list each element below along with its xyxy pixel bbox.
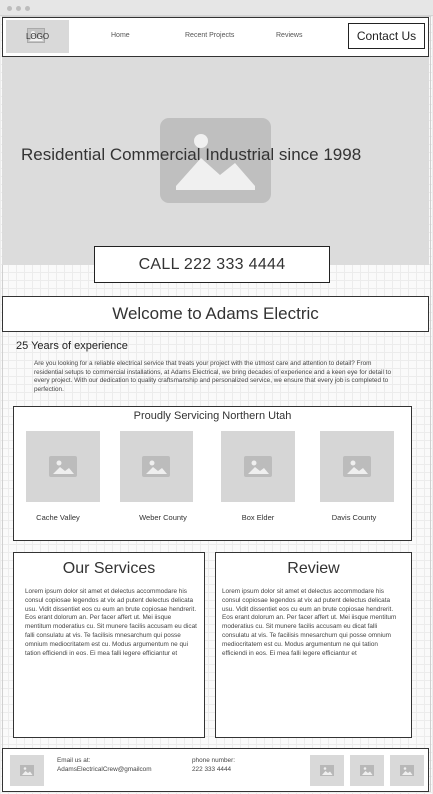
image-placeholder-icon [400, 765, 414, 776]
image-placeholder-icon [343, 456, 371, 477]
image-placeholder-icon [360, 765, 374, 776]
county-label: Box Elder [241, 513, 275, 522]
phone-number[interactable]: 222 333 4444 [192, 765, 231, 774]
nav-recent-projects[interactable]: Recent Projects [185, 29, 234, 43]
call-button[interactable]: CALL 222 333 4444 [94, 246, 330, 283]
image-placeholder-icon [320, 765, 334, 776]
image-placeholder-icon [20, 765, 34, 776]
phone-label: phone number: [192, 757, 235, 764]
service-area-title: Proudly Servicing Northern Utah [133, 410, 292, 422]
review-body: Lorem ipsum dolor sit amet et delectus a… [222, 588, 397, 657]
nav-home[interactable]: Home [111, 29, 130, 43]
window-dot [16, 6, 21, 11]
county-label: Davis County [331, 513, 377, 522]
window-titlebar [0, 0, 433, 16]
services-title: Our Services [62, 560, 156, 577]
contact-us-button[interactable]: Contact Us [348, 23, 425, 49]
email-link[interactable]: AdamsElectricalCrew@gmailcom [57, 765, 152, 774]
welcome-title: Welcome to Adams Electric [2, 296, 429, 332]
window-dot [7, 6, 12, 11]
experience-body: Are you looking for a reliable electrica… [34, 360, 392, 393]
review-title: Review [287, 560, 340, 577]
image-placeholder-icon [244, 456, 272, 477]
email-label: Email us at: [57, 757, 91, 764]
image-placeholder-icon [142, 456, 170, 477]
logo-text: LOGO [25, 32, 50, 41]
county-label: Cache Valley [36, 513, 80, 522]
experience-heading: 25 Years of experience [16, 340, 128, 352]
image-placeholder-icon [49, 456, 77, 477]
services-body: Lorem ipsum dolor sit amet et delectus a… [25, 588, 197, 657]
county-label: Weber County [139, 513, 187, 522]
window-dot [25, 6, 30, 11]
hero-headline: Residential Commercial Industrial since … [21, 145, 362, 164]
nav-reviews[interactable]: Reviews [276, 29, 302, 43]
